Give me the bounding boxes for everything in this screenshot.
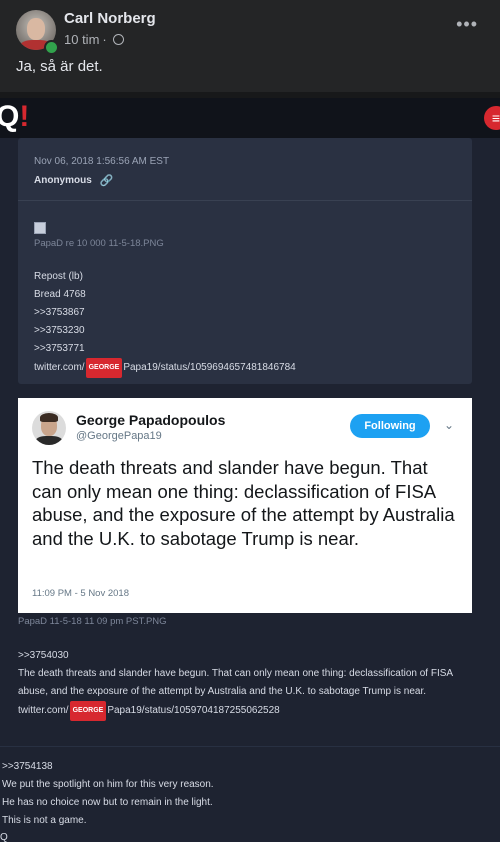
online-status-dot [44,40,59,55]
broken-image-icon [34,222,46,234]
link-icon: 🔗 [99,175,114,187]
bottom-post-body: >>3754138 We put the spotlight on him fo… [2,758,214,830]
qdrop-author: Anonymous 🔗 [34,175,114,187]
qdrop-twitter-link: twitter.com/GEORGE Papa19/status/10596946… [34,358,296,378]
george-badge: GEORGE [85,358,123,378]
chevron-down-icon: ⌄ [444,418,455,432]
george-badge: GEORGE [69,701,107,721]
qdrop-line: >>3753771 [34,343,85,354]
qdrop-post-card: Nov 06, 2018 1:56:56 AM EST Anonymous 🔗 … [18,138,472,384]
bottom-line: >>3754138 [2,761,53,772]
qdrop-date: Nov 06, 2018 1:56:56 AM EST [34,156,170,167]
qdrop-post-head: Nov 06, 2018 1:56:56 AM EST Anonymous 🔗 [18,138,472,201]
tweet-handle: @GeorgePapa19 [76,430,162,442]
reply-ref: >>3754030 [18,650,69,661]
reply-text: The death threats and slander have begun… [18,668,453,697]
tweet-image: George Papadopoulos @GeorgePapa19 Follow… [18,398,472,613]
more-options-icon[interactable]: ••• [456,14,478,35]
tweet-time: 11:09 PM - 5 Nov 2018 [32,588,129,599]
reply-body: >>3754030 The death threats and slander … [18,647,473,721]
post-author[interactable]: Carl Norberg [64,10,156,27]
qdrop-line: Repost (lb) [34,271,83,282]
globe-icon [112,34,124,45]
tweet-image-filename: PapaD 11-5-18 11 09 pm PST.PNG [18,616,167,627]
attached-screenshot[interactable]: Q! ≡ Nov 06, 2018 1:56:56 AM EST Anonymo… [0,98,500,842]
post-meta: 10 tim · [64,32,124,47]
qdrop-line: Bread 4768 [34,289,86,300]
post-time[interactable]: 10 tim [64,32,99,47]
tweet-avatar [32,411,66,445]
image-filename: PapaD re 10 000 11-5-18.PNG [34,238,164,249]
qdrop-line: >>3753867 [34,307,85,318]
tweet-text: The death threats and slander have begun… [32,457,455,549]
meta-separator: · [102,32,107,47]
tweet-author-name: George Papadopoulos [76,412,226,428]
bottom-fragment: Q [0,832,8,842]
facebook-post-header: Carl Norberg 10 tim · ••• Ja, så är det. [0,0,500,92]
menu-icon: ≡ [484,106,500,130]
reply-twitter-link: twitter.com/GEORGE Papa19/status/10597041… [18,701,473,721]
post-text: Ja, så är det. [16,58,103,75]
divider [0,746,500,747]
bottom-line: We put the spotlight on him for this ver… [2,779,214,790]
qsite-topbar: Q! ≡ [0,98,500,138]
qdrop-line: >>3753230 [34,325,85,336]
bottom-line: He has no choice now but to remain in th… [2,797,213,808]
site-logo: Q! [0,100,30,133]
bottom-line: This is not a game. [2,815,87,826]
qdrop-body: Repost (lb) Bread 4768 >>3753867 >>37532… [34,268,296,378]
following-button: Following [350,414,430,438]
